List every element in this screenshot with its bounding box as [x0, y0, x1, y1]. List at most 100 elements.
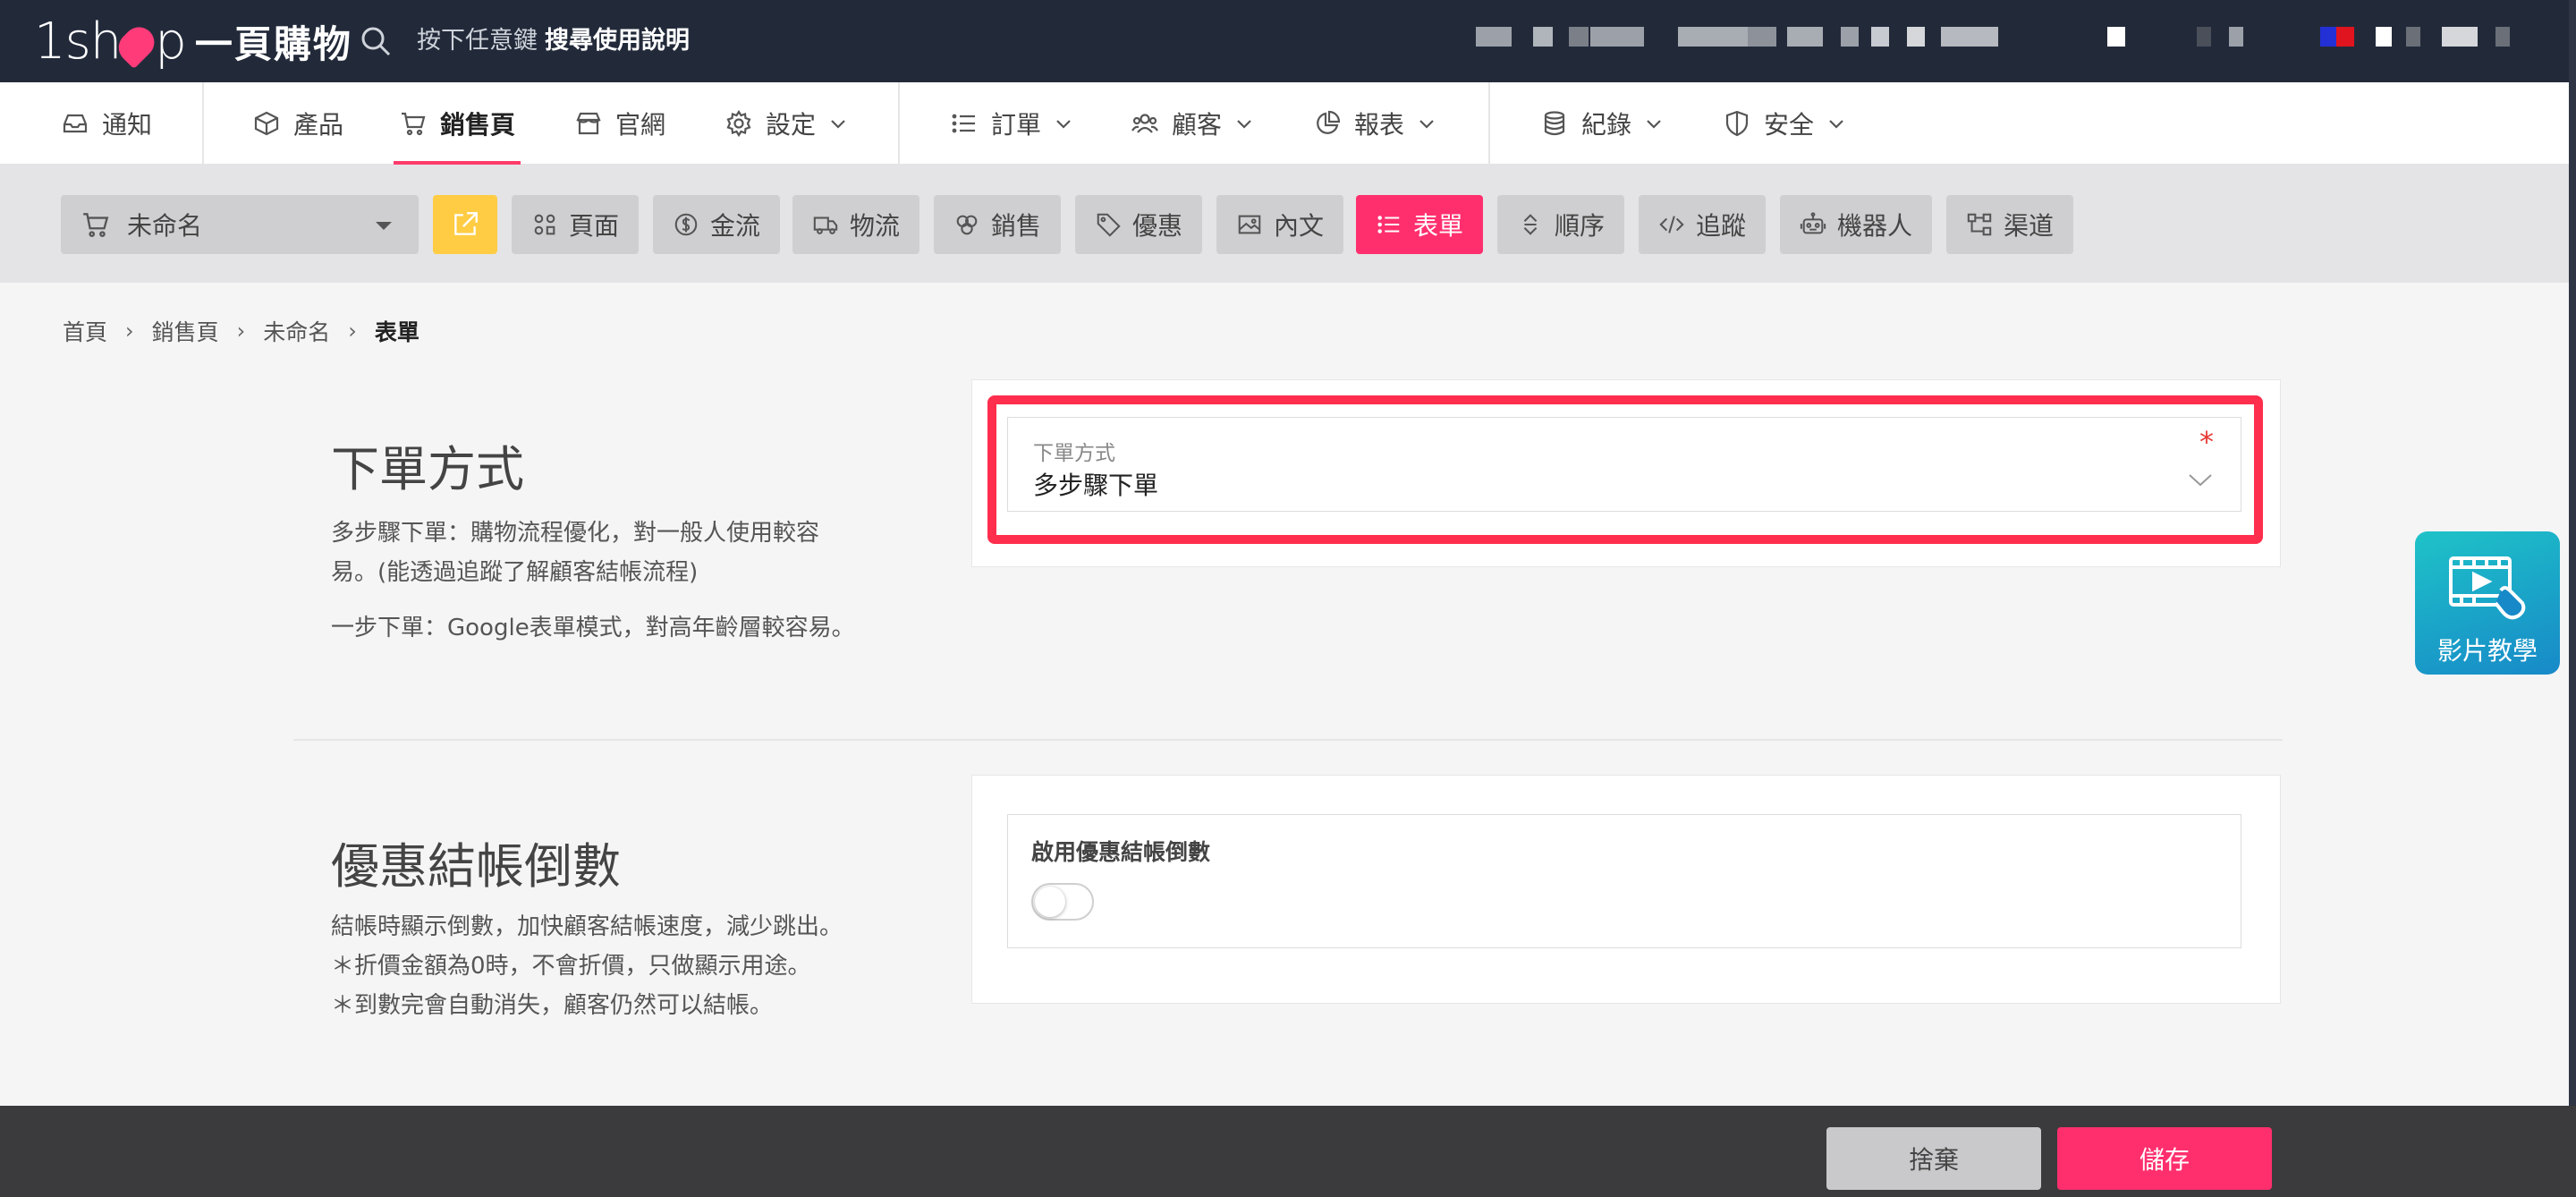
save-button[interactable]: 儲存: [2057, 1127, 2272, 1190]
countdown-toggle-field: 啟用優惠結帳倒數: [1007, 814, 2241, 948]
breadcrumb-current: 表單: [374, 319, 419, 345]
order-method-desc-line: 易。(能透過追蹤了解顧客結帳流程): [331, 559, 699, 586]
page-toolbar: 未命名 頁面 金流 物流 銷售 優惠 內文 表單 順序 追蹤 機器人 渠道: [0, 165, 2576, 283]
video-tutorial-button[interactable]: 影片教學: [2415, 531, 2560, 675]
shield-icon: [1725, 110, 1749, 137]
nav-label: 銷售頁: [440, 110, 516, 140]
tab-logistics[interactable]: 物流: [792, 195, 919, 254]
cart-icon: [83, 213, 109, 237]
tab-label: 追蹤: [1695, 211, 1746, 241]
tab-order-sequence[interactable]: 順序: [1497, 195, 1624, 254]
external-link-icon: [454, 212, 478, 235]
video-tutorial-icon: [2449, 556, 2526, 620]
tab-tracking[interactable]: 追蹤: [1639, 195, 1766, 254]
breadcrumb-home[interactable]: 首頁: [63, 315, 107, 347]
search-hint-text: 按下任意鍵: [417, 27, 538, 55]
nav-item-reports[interactable]: 報表: [1313, 82, 1436, 165]
inbox-icon: [63, 114, 88, 133]
nav-item-customers[interactable]: 顧客: [1131, 82, 1254, 165]
nav-label: 安全: [1764, 110, 1815, 140]
search-icon[interactable]: [358, 23, 394, 59]
section-divider: [293, 739, 2283, 741]
nav-label: 設定: [766, 110, 817, 140]
header-menu-area[interactable]: [2406, 27, 2531, 47]
nav-item-sales-page[interactable]: 銷售頁: [394, 82, 521, 165]
chevron-down-icon: [1419, 120, 1434, 129]
toggle-knob: [1035, 887, 1065, 917]
chevron-down-icon: [1056, 120, 1071, 129]
sort-icon: [1523, 214, 1538, 235]
countdown-toggle-label: 啟用優惠結帳倒數: [1031, 839, 1211, 865]
nav-item-security[interactable]: 安全: [1723, 82, 1846, 165]
nav-item-website[interactable]: 官網: [574, 82, 665, 165]
nav-item-orders[interactable]: 訂單: [950, 82, 1073, 165]
tab-discount[interactable]: 優惠: [1075, 195, 1202, 254]
list-icon: [1377, 216, 1400, 233]
nav-label: 紀錄: [1581, 110, 1632, 140]
countdown-toggle-switch[interactable]: [1031, 883, 1094, 921]
logo-text-a: 1sh: [34, 12, 122, 71]
tab-page[interactable]: 頁面: [512, 195, 639, 254]
open-external-button[interactable]: [433, 195, 497, 254]
search-help-link[interactable]: 搜尋使用說明: [545, 27, 690, 55]
tab-sales[interactable]: 銷售: [934, 195, 1061, 254]
nav-item-notifications[interactable]: 通知: [61, 82, 152, 165]
chevron-right-icon: ›: [125, 318, 134, 344]
chevron-down-icon: [1237, 120, 1251, 129]
nav-divider: [898, 82, 900, 165]
caret-down-icon: [376, 222, 392, 230]
brand-logo[interactable]: 1sh p 一頁購物: [34, 7, 352, 75]
bottom-action-bar: 捨棄 儲存: [0, 1106, 2576, 1197]
countdown-desc-line: ＊到數完會自動消失，顧客仍然可以結帳。: [331, 992, 774, 1019]
tab-channel[interactable]: 渠道: [1946, 195, 2073, 254]
nav-label: 報表: [1354, 110, 1405, 140]
robot-icon: [1800, 212, 1826, 234]
nav-divider: [1488, 82, 1490, 165]
gear-icon: [726, 109, 751, 138]
tab-form[interactable]: 表單: [1356, 195, 1483, 254]
tab-robot[interactable]: 機器人: [1780, 195, 1932, 254]
main-nav: 通知 產品 銷售頁 官網 設定 訂單 顧客 報表 紀錄 安全: [0, 82, 2576, 165]
dollar-icon: [674, 213, 698, 236]
image-icon: [1238, 215, 1261, 234]
tab-payment[interactable]: 金流: [653, 195, 780, 254]
store-icon: [576, 112, 601, 135]
truck-icon: [813, 216, 838, 234]
pie-icon: [1317, 110, 1341, 134]
highlight-box: [987, 395, 2263, 544]
countdown-description: 結帳時顯示倒數，加快顧客結帳速度，減少跳出。 ＊折價金額為0時，不會折價，只做顯…: [331, 907, 843, 1025]
countdown-desc-line: ＊折價金額為0時，不會折價，只做顯示用途。: [331, 953, 811, 980]
top-bar: 1sh p 一頁購物 按下任意鍵 搜尋使用說明: [0, 0, 2576, 82]
search-hint[interactable]: 按下任意鍵 搜尋使用說明: [417, 23, 690, 59]
nav-divider: [202, 82, 204, 165]
breadcrumb-page-name[interactable]: 未命名: [263, 315, 330, 347]
nav-label: 顧客: [1172, 110, 1223, 140]
order-method-description: 多步驟下單：購物流程優化，對一般人使用較容 易。(能透過追蹤了解顧客結帳流程) …: [331, 514, 855, 648]
nav-item-settings[interactable]: 設定: [724, 82, 848, 165]
nav-label: 訂單: [991, 110, 1042, 140]
logo-text-cn: 一頁購物: [194, 21, 352, 66]
countdown-title: 優惠結帳倒數: [331, 838, 621, 895]
nav-label: 官網: [615, 110, 666, 140]
sales-page-select[interactable]: 未命名: [61, 195, 419, 254]
header-user-area[interactable]: [1941, 27, 2392, 47]
database-icon: [1544, 111, 1565, 136]
tab-label: 內文: [1273, 211, 1324, 241]
scrollbar-track[interactable]: [2569, 0, 2576, 1106]
chevron-down-icon: [1829, 120, 1843, 129]
tab-content[interactable]: 內文: [1216, 195, 1343, 254]
order-method-desc-line: 一步下單：Google表單模式，對高年齡層較容易。: [331, 615, 855, 641]
discard-button[interactable]: 捨棄: [1826, 1127, 2041, 1190]
nav-item-products[interactable]: 產品: [252, 82, 343, 165]
tab-label: 順序: [1554, 211, 1605, 241]
countdown-desc-line: 結帳時顯示倒數，加快顧客結帳速度，減少跳出。: [331, 913, 843, 940]
tab-label: 金流: [709, 211, 760, 241]
video-tutorial-label: 影片教學: [2436, 636, 2538, 666]
code-icon: [1659, 216, 1684, 233]
tab-label: 機器人: [1836, 211, 1912, 241]
chevron-right-icon: ›: [236, 318, 246, 344]
nav-item-logs[interactable]: 紀錄: [1540, 82, 1664, 165]
channel-icon: [1967, 213, 1992, 236]
breadcrumb-sales-page[interactable]: 銷售頁: [152, 315, 219, 347]
coins-icon: [956, 215, 978, 235]
